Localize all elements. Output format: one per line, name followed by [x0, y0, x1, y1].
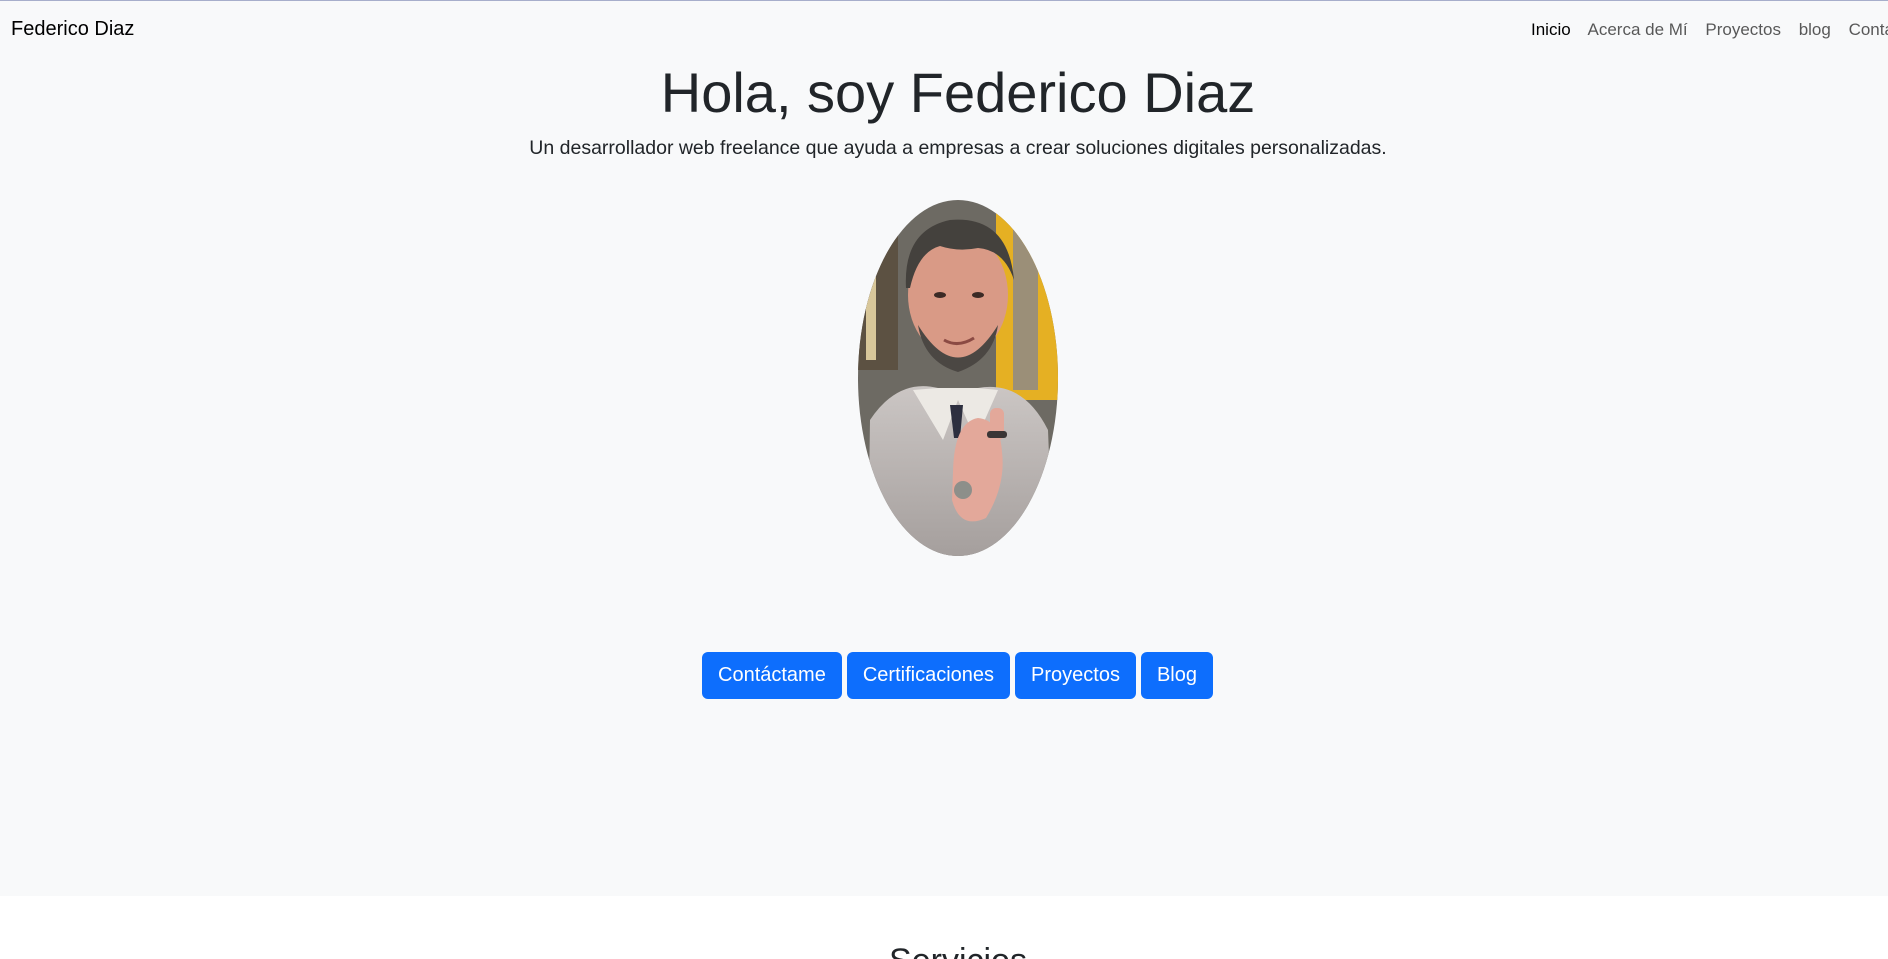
- nav-link-acerca[interactable]: Acerca de Mí: [1587, 20, 1687, 39]
- certifications-button[interactable]: Certificaciones: [846, 652, 1011, 699]
- nav-link-proyectos[interactable]: Proyectos: [1705, 20, 1781, 39]
- nav-link-blog[interactable]: blog: [1799, 20, 1831, 39]
- hero-lead: Un desarrollador web freelance que ayuda…: [529, 137, 1387, 159]
- nav-link-inicio[interactable]: Inicio: [1531, 20, 1571, 39]
- nav-links: Inicio Acerca de Mí Proyectos blog Conta…: [1531, 20, 1888, 40]
- nav-link-contact[interactable]: Contact: [1849, 20, 1888, 39]
- hero-title: Hola, soy Federico Diaz: [660, 61, 1256, 124]
- page: Federico Diaz Inicio Acerca de Mí Proyec…: [0, 0, 1888, 959]
- hero-buttons: Contáctame Certificaciones Proyectos Blo…: [702, 652, 1213, 699]
- brand-link[interactable]: Federico Diaz: [11, 18, 134, 41]
- projects-button[interactable]: Proyectos: [1015, 652, 1136, 699]
- navbar: Federico Diaz Inicio Acerca de Mí Proyec…: [0, 1, 1888, 57]
- services-title: Servicios: [0, 942, 1888, 959]
- contact-button[interactable]: Contáctame: [702, 652, 842, 699]
- avatar: [858, 200, 1058, 556]
- blog-button[interactable]: Blog: [1140, 652, 1213, 699]
